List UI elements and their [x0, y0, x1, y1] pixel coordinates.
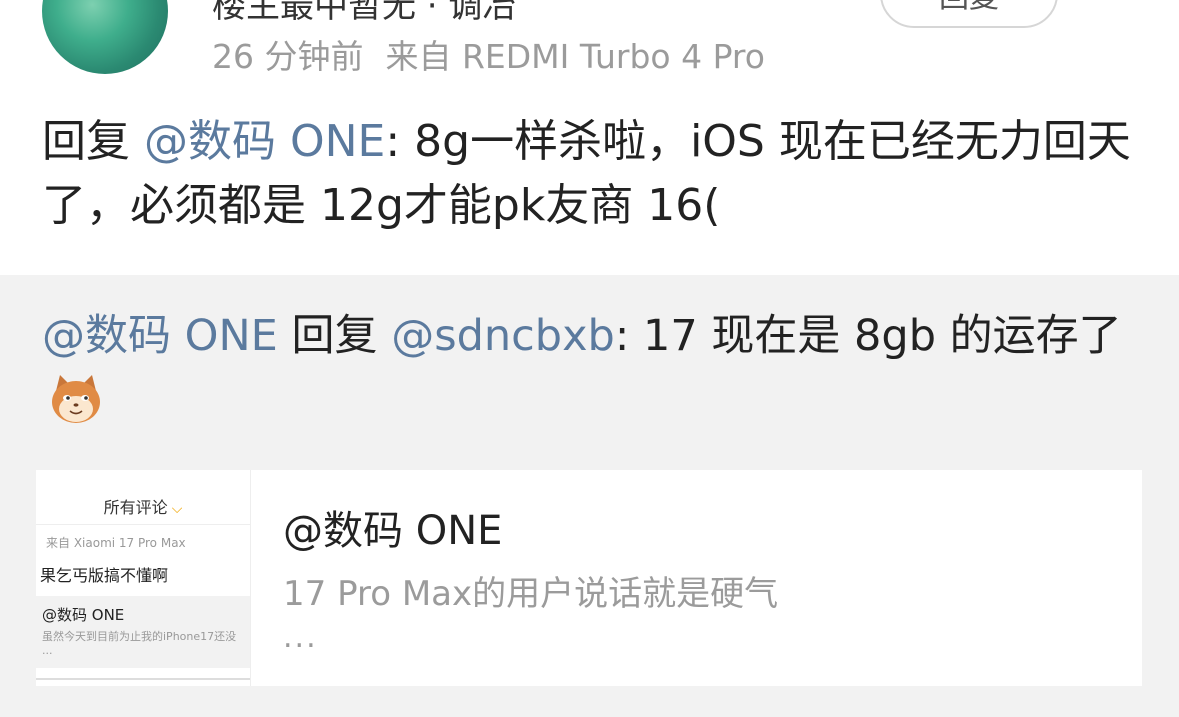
quoted-target-mention[interactable]: @sdncbxb	[391, 311, 615, 361]
quoted-reply-word: 回复	[277, 311, 392, 361]
thumb-quote-name: @数码 ONE	[42, 606, 125, 624]
chevron-down-icon: ⌵	[171, 501, 183, 517]
cat-face-icon	[52, 375, 100, 423]
reply-button[interactable]: 回复	[880, 0, 1058, 28]
link-card[interactable]: 所有评论 ⌵ 来自 Xiaomi 17 Pro Max 果乞丐版搞不懂啊 @数码 …	[36, 470, 1142, 686]
post-source: 来自 REDMI Turbo 4 Pro	[385, 37, 765, 76]
mention-link[interactable]: @数码 ONE	[144, 116, 385, 167]
quoted-comment-text: @数码 ONE 回复 @sdncbxb: 17 现在是 8gb 的运存了	[42, 307, 1142, 365]
reply-content: 回复 @数码 ONE: 8g一样杀啦，iOS 现在已经无力回天了，必须都是 12…	[42, 110, 1142, 238]
thumb-header: 所有评论 ⌵	[36, 494, 250, 518]
card-thumbnail: 所有评论 ⌵ 来自 Xiaomi 17 Pro Max 果乞丐版搞不懂啊 @数码 …	[36, 470, 251, 686]
card-description: 17 Pro Max的用户说话就是硬气	[283, 574, 779, 614]
thumb-quote: @数码 ONE 虽然今天到目前为止我的iPhone17还没 ...	[36, 596, 250, 668]
thumb-meta: 来自 Xiaomi 17 Pro Max	[46, 536, 186, 550]
quoted-body: : 17 现在是 8gb 的运存了	[614, 311, 1122, 361]
card-title: @数码 ONE	[283, 508, 503, 554]
thumb-title: 果乞丐版搞不懂啊	[40, 566, 169, 585]
thumb-quote-body: 虽然今天到目前为止我的iPhone17还没	[42, 630, 237, 643]
thumb-bottom-bar	[36, 678, 250, 680]
thumb-header-label: 所有评论	[103, 498, 168, 517]
reply-prefix: 回复	[42, 116, 144, 167]
card-ellipsis: ...	[283, 620, 318, 655]
quoted-author-mention[interactable]: @数码 ONE	[42, 311, 278, 361]
avatar[interactable]	[42, 0, 168, 74]
username[interactable]: 楼主最中暂无 · 调冶	[212, 0, 516, 27]
quoted-comment[interactable]: @数码 ONE 回复 @sdncbxb: 17 现在是 8gb 的运存了 所有评…	[0, 275, 1179, 717]
post-time: 26 分钟前	[212, 37, 364, 76]
thumb-quote-more: ...	[42, 644, 53, 657]
thumb-divider	[36, 524, 250, 525]
post-meta: 26 分钟前 来自 REDMI Turbo 4 Pro	[212, 30, 765, 78]
